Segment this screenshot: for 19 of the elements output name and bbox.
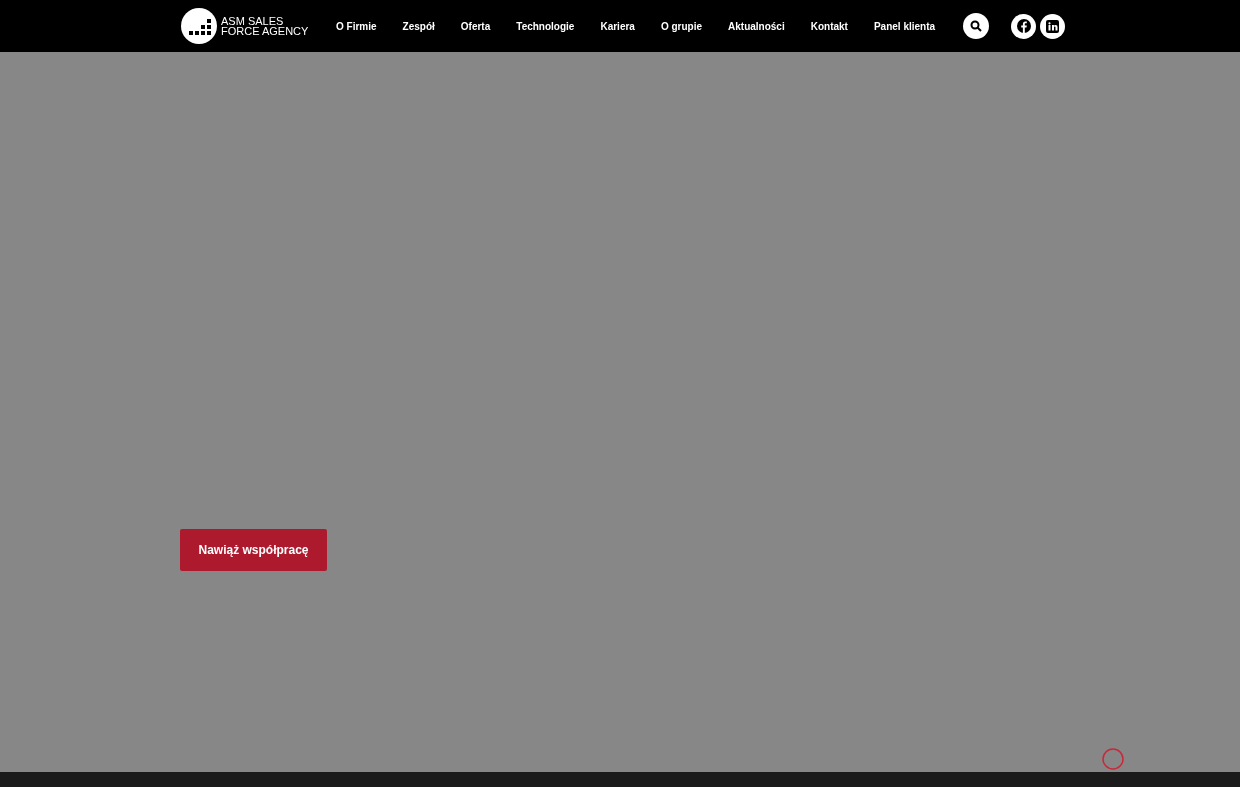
nav-link[interactable]: Kariera [600, 18, 635, 34]
search-icon [970, 20, 983, 32]
logo-icon[interactable] [181, 8, 217, 44]
nav-link[interactable]: O grupie [660, 18, 702, 34]
nav-link[interactable]: Kontakt [810, 18, 848, 34]
nav-link[interactable]: Oferta [460, 18, 491, 34]
nav-link[interactable]: Technologie [516, 18, 575, 34]
nav-link[interactable]: O Firmie [336, 18, 377, 34]
nav-link[interactable]: Zespół [402, 18, 435, 34]
linkedin-button[interactable] [1040, 13, 1066, 39]
search-button[interactable] [963, 13, 990, 39]
cooperation-button[interactable]: Nawiąż współpracę [180, 529, 327, 571]
facebook-button[interactable] [1011, 13, 1037, 39]
linkedin-icon [1046, 19, 1060, 33]
facebook-icon [1016, 19, 1031, 33]
nav-link[interactable]: Panel klienta [873, 18, 936, 34]
logo-text: FORCE AGENCY [221, 26, 309, 36]
logo-text: ASM SALES [221, 16, 285, 26]
nav-link[interactable]: Aktualności [728, 18, 785, 34]
